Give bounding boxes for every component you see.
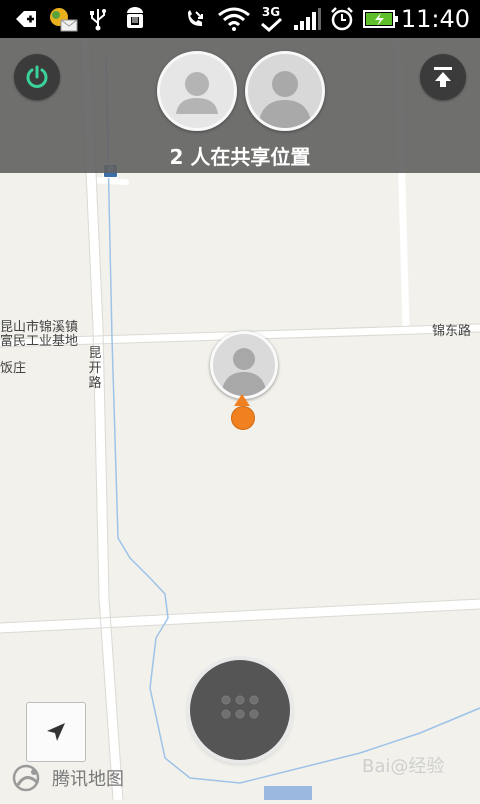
power-button[interactable] <box>14 54 60 100</box>
network-type-label: 3G <box>261 5 281 19</box>
map-label-road-east: 锦东路 <box>432 324 472 339</box>
upload-to-top-icon <box>434 67 452 87</box>
usb-icon <box>86 6 110 32</box>
map-label-road-vertical: 昆开路 <box>88 346 102 391</box>
location-dot <box>231 406 255 430</box>
user-silhouette-icon <box>248 54 322 128</box>
status-bar: 3G 11:40 <box>0 0 480 38</box>
menu-button[interactable] <box>190 660 290 760</box>
alarm-icon <box>328 6 356 32</box>
brand-logo: 腾讯地图 <box>10 763 124 793</box>
map-label-industrial-base: 富民工业基地 <box>0 334 79 349</box>
sync-app-icon <box>46 6 80 32</box>
friend-location-pin[interactable] <box>210 331 278 399</box>
watermark: Bai@经验 <box>362 756 445 777</box>
missed-call-icon <box>182 6 208 32</box>
user-silhouette-icon <box>176 72 218 114</box>
wifi-icon <box>216 6 252 32</box>
map-label-restaurant: 饭庄 <box>0 361 27 376</box>
tencent-maps-logo-icon <box>12 764 40 792</box>
grid-dots-icon <box>221 695 259 719</box>
add-icon <box>12 6 40 32</box>
pin-pointer <box>234 394 250 406</box>
navigation-arrow-icon <box>47 723 65 741</box>
brand-name: 腾讯地图 <box>52 769 124 790</box>
locate-me-button[interactable] <box>26 702 86 762</box>
android-debug-icon <box>122 6 148 32</box>
signal-icon <box>292 6 322 32</box>
avatar-user-2[interactable] <box>245 51 325 131</box>
3g-icon: 3G <box>256 6 286 32</box>
avatar-user-1[interactable] <box>157 51 237 131</box>
share-count-text: 2 人在共享位置 <box>169 145 311 169</box>
power-icon <box>26 65 48 88</box>
scroll-top-button[interactable] <box>420 54 466 100</box>
clock-time: 11:40 <box>400 5 470 33</box>
user-silhouette-icon <box>213 334 275 396</box>
battery-charging-icon <box>362 6 400 32</box>
